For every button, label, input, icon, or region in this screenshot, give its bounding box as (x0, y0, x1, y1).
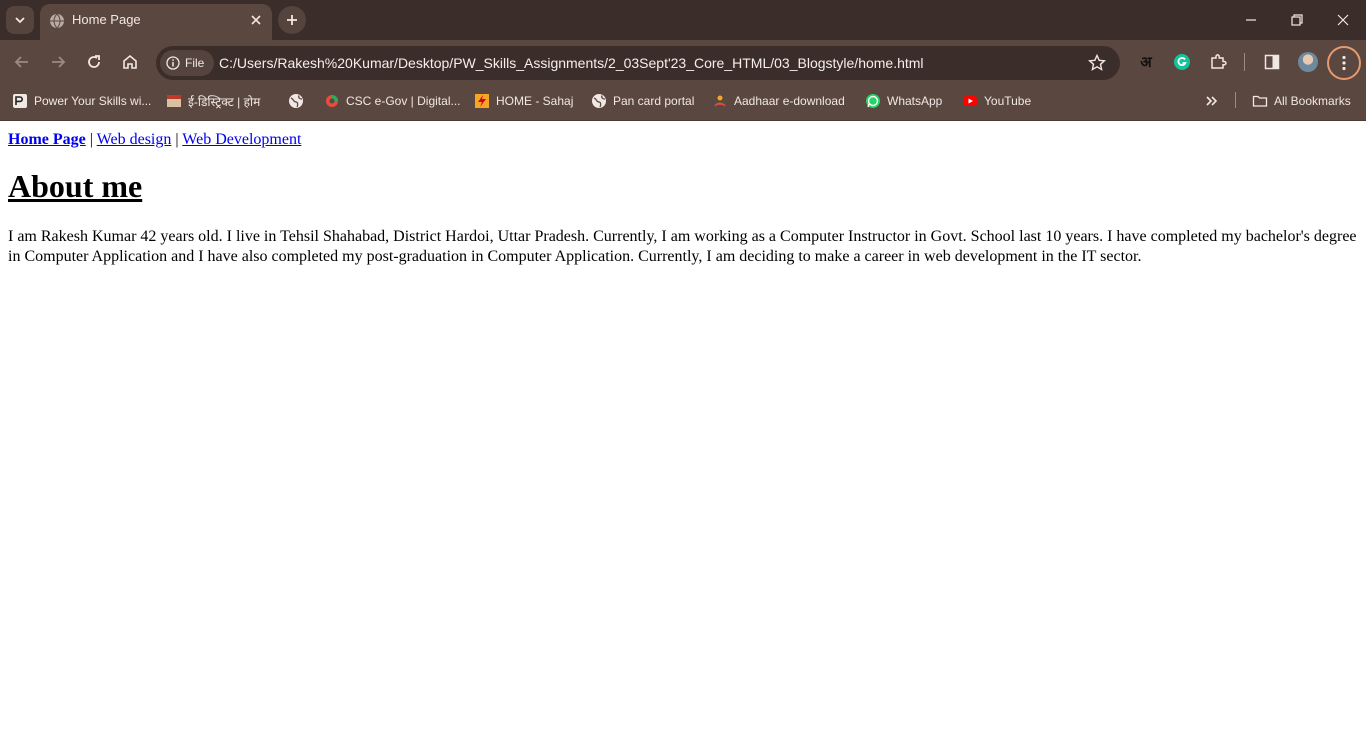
nav-separator: | (85, 131, 97, 148)
minimize-button[interactable] (1239, 8, 1263, 32)
youtube-icon (962, 93, 978, 109)
bookmark-edistrict[interactable]: ई-डिस्ट्रिक्ट | होम (166, 92, 260, 110)
arrow-left-icon (14, 56, 28, 68)
bookmark-star-icon[interactable] (1088, 54, 1106, 72)
toolbar: File C:/Users/Rakesh%20Kumar/Desktop/PW_… (0, 40, 1366, 84)
bookmark-pw-skills[interactable]: Power Your Skills wi... (12, 92, 151, 110)
nav-link-home[interactable]: Home Page (8, 131, 86, 148)
home-button[interactable] (118, 50, 142, 74)
arrow-right-icon (52, 56, 66, 68)
bookmark-whatsapp[interactable]: WhatsApp (865, 92, 942, 110)
site-info-chip[interactable]: File (160, 50, 214, 76)
csc-icon (324, 93, 340, 109)
pw-icon (12, 93, 28, 109)
page-heading: About me (8, 168, 143, 204)
back-button[interactable] (10, 50, 34, 74)
url-text[interactable]: C:/Users/Rakesh%20Kumar/Desktop/PW_Skill… (219, 55, 924, 71)
bookmark-label: Aadhaar e-download (734, 94, 845, 108)
grammarly-icon (1174, 54, 1190, 70)
bookmark-pan-card[interactable]: Pan card portal (591, 92, 694, 110)
browser-menu-button[interactable] (1327, 46, 1361, 80)
bookmark-label: Power Your Skills wi... (34, 94, 152, 108)
all-bookmarks-label: All Bookmarks (1274, 94, 1351, 108)
site-info-label: File (185, 56, 205, 70)
bookmark-label: Pan card portal (613, 94, 695, 108)
bookmark-csc[interactable]: CSC e-Gov | Digital... (324, 92, 460, 110)
translate-extension-button[interactable]: अ (1134, 50, 1158, 74)
all-bookmarks-button[interactable]: All Bookmarks (1252, 92, 1351, 110)
restore-icon (1291, 14, 1303, 26)
toolbar-separator (1244, 53, 1245, 71)
whatsapp-icon (865, 93, 881, 109)
globe-icon (288, 93, 304, 109)
puzzle-icon (1211, 54, 1227, 69)
new-tab-button[interactable] (278, 6, 306, 34)
tab-title: Home Page (72, 12, 141, 27)
bookmark-label: WhatsApp (887, 94, 943, 108)
more-bookmarks-button[interactable] (1204, 92, 1226, 110)
address-bar[interactable]: File C:/Users/Rakesh%20Kumar/Desktop/PW_… (156, 46, 1120, 80)
folder-icon (1252, 93, 1268, 109)
nav-separator: | (171, 131, 183, 148)
chevron-double-right-icon (1204, 93, 1220, 109)
restore-button[interactable] (1285, 8, 1309, 32)
forward-button[interactable] (46, 50, 70, 74)
nav-link-web-development[interactable]: Web Development (182, 131, 301, 148)
bookmark-label: YouTube (984, 94, 1032, 108)
bookmark-youtube[interactable]: YouTube (962, 92, 1031, 110)
sahaj-icon (474, 93, 490, 109)
aadhaar-icon (712, 93, 728, 109)
edistrict-icon (166, 93, 182, 109)
globe-icon (50, 13, 64, 29)
bookmark-aadhaar[interactable]: Aadhaar e-download (712, 92, 845, 110)
side-panel-icon (1264, 54, 1280, 70)
bookmark-label: HOME - Sahaj (496, 94, 574, 108)
bookmark-globe[interactable] (288, 92, 310, 110)
side-panel-button[interactable] (1260, 50, 1284, 74)
about-paragraph: I am Rakesh Kumar 42 years old. I live i… (8, 228, 1357, 265)
extensions-button[interactable] (1206, 50, 1230, 74)
tab-home-page[interactable]: Home Page (40, 4, 272, 40)
bookmark-label: CSC e-Gov | Digital... (346, 94, 461, 108)
plus-icon (287, 15, 297, 25)
chevron-down-icon (15, 17, 25, 24)
profile-avatar[interactable] (1298, 52, 1318, 72)
kebab-menu-icon (1342, 55, 1346, 71)
reload-icon (88, 55, 100, 68)
bookmarks-separator (1235, 92, 1236, 108)
tab-search-button[interactable] (6, 6, 34, 34)
reload-button[interactable] (82, 50, 106, 74)
close-icon (1337, 14, 1349, 26)
close-tab-icon[interactable] (248, 12, 264, 28)
bookmark-sahaj[interactable]: HOME - Sahaj (474, 92, 573, 110)
close-window-button[interactable] (1331, 8, 1355, 32)
nav-link-web-design[interactable]: Web design (97, 131, 172, 148)
bookmarks-bar: Power Your Skills wi... ई-डिस्ट्रिक्ट | … (0, 84, 1366, 121)
bookmark-label: ई-डिस्ट्रिक्ट | होम (188, 94, 261, 109)
tab-strip: Home Page (0, 0, 1366, 40)
grammarly-extension-button[interactable] (1170, 50, 1194, 74)
page-content: Home Page | Web design | Web Development… (8, 121, 1362, 267)
info-icon (166, 56, 180, 70)
site-nav: Home Page | Web design | Web Development (8, 130, 1362, 149)
home-icon (123, 54, 137, 69)
hindi-letter-icon: अ (1140, 53, 1152, 71)
globe-icon (591, 93, 607, 109)
minimize-icon (1246, 19, 1256, 21)
